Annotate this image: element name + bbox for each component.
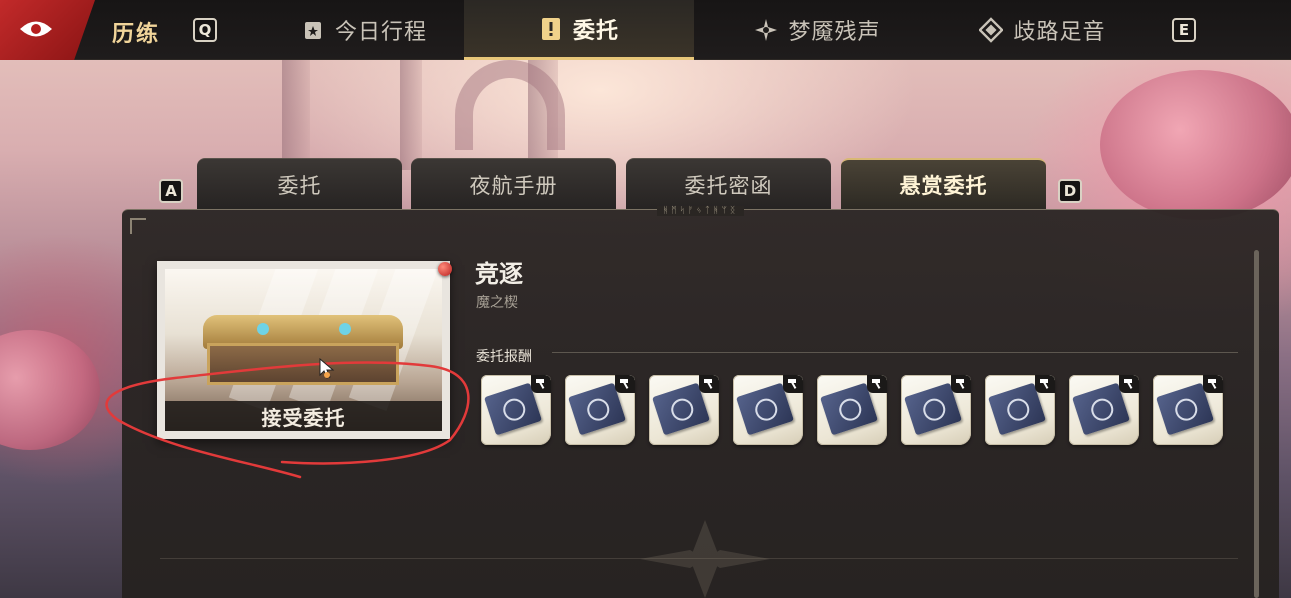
panel-header-ornament: ᚻᛗᛋᚠᛃᛏᚻᛘᛝ (122, 204, 1279, 218)
subtab-commission[interactable]: 委托 (197, 158, 402, 210)
prev-tab-key-hint[interactable]: Q (193, 18, 217, 42)
reward-item[interactable] (1069, 375, 1139, 445)
exclamation-icon (539, 17, 563, 41)
hammer-icon (699, 375, 719, 393)
next-tab-key-hint[interactable]: E (1172, 18, 1196, 42)
background-tree (0, 330, 100, 450)
nightmare-icon (754, 18, 778, 42)
subtab-night-voyage-handbook[interactable]: 夜航手册 (411, 158, 616, 210)
reward-item[interactable] (649, 375, 719, 445)
hammer-icon (867, 375, 887, 393)
hammer-icon (1035, 375, 1055, 393)
top-navigation-bar: 历练 Q 今日行程 委托 梦魇残声 歧路足音 E (0, 0, 1291, 60)
tab-crossroads-footsteps[interactable]: 歧路足音 (940, 0, 1145, 60)
commission-card[interactable]: 接受委托 (157, 261, 450, 439)
reward-item[interactable] (985, 375, 1055, 445)
tab-nightmare-echoes[interactable]: 梦魇残声 (715, 0, 920, 60)
reward-item[interactable] (733, 375, 803, 445)
reward-item[interactable] (481, 375, 551, 445)
panel-corner-ornament (130, 218, 146, 234)
tab-commission[interactable]: 委托 (464, 0, 694, 60)
prev-subtab-key-hint[interactable]: A (159, 179, 183, 203)
panel-scrollbar[interactable] (1254, 250, 1259, 598)
rune-inscription: ᚻᛗᛋᚠᛃᛏᚻᛘᛝ (656, 206, 745, 216)
eye-logo-icon (20, 21, 52, 37)
cursor-icon (319, 358, 335, 379)
hammer-icon (951, 375, 971, 393)
reward-list (481, 375, 1223, 445)
hammer-icon (1203, 375, 1223, 393)
subtab-commission-letters[interactable]: 委托密函 (626, 158, 831, 210)
tab-label: 梦魇残声 (788, 20, 881, 45)
hammer-icon (783, 375, 803, 393)
tab-label: 歧路足音 (1013, 20, 1106, 45)
reward-item[interactable] (901, 375, 971, 445)
accept-commission-button[interactable]: 接受委托 (165, 401, 442, 431)
hammer-icon (1119, 375, 1139, 393)
chest-body (207, 343, 399, 385)
divider (552, 352, 1238, 353)
pin-icon (438, 262, 452, 276)
treasure-chest-image: 接受委托 (165, 269, 442, 431)
hammer-icon (615, 375, 635, 393)
reward-item[interactable] (1153, 375, 1223, 445)
reward-section-label: 委托报酬 (476, 349, 532, 365)
reward-item[interactable] (565, 375, 635, 445)
chest-gem (339, 323, 351, 335)
next-subtab-key-hint[interactable]: D (1058, 179, 1082, 203)
crossroads-icon (979, 17, 1004, 43)
reward-item[interactable] (817, 375, 887, 445)
subtab-bounty-commission[interactable]: 悬赏委托 (841, 158, 1046, 210)
schedule-icon (301, 18, 325, 42)
tab-label: 今日行程 (334, 20, 427, 45)
commission-title: 竞逐 (475, 260, 523, 288)
section-title: 历练 (112, 22, 161, 47)
tab-daily-schedule[interactable]: 今日行程 (264, 0, 464, 60)
chest-gem (257, 323, 269, 335)
commission-subtitle: 魔之楔 (476, 295, 518, 311)
tab-label: 委托 (572, 18, 619, 44)
game-logo[interactable] (0, 0, 95, 60)
background-pillar (400, 60, 422, 170)
hammer-icon (531, 375, 551, 393)
background-tree (1100, 70, 1291, 220)
emblem-icon (640, 520, 770, 598)
